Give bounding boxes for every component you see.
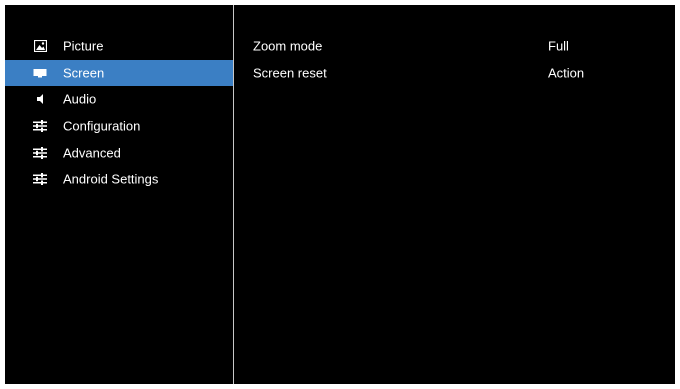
osd-menu-screen: Picture Screen Audio Configuration Advan… (5, 5, 675, 384)
sliders-icon (33, 146, 47, 159)
sliders-icon (33, 120, 47, 133)
menu-item-label: Advanced (63, 145, 121, 161)
menu-item-label: Picture (63, 38, 104, 54)
main-menu: Picture Screen Audio Configuration Advan… (5, 33, 233, 193)
menu-item-advanced[interactable]: Advanced (5, 139, 233, 166)
sliders-icon (33, 173, 47, 186)
menu-item-screen[interactable]: Screen (5, 59, 233, 87)
menu-item-label: Configuration (63, 118, 141, 134)
menu-item-configuration[interactable]: Configuration (5, 113, 233, 140)
setting-row-zoom-mode[interactable]: Zoom mode Full (234, 33, 675, 60)
menu-item-audio[interactable]: Audio (5, 86, 233, 113)
setting-row-screen-reset[interactable]: Screen reset Action (234, 60, 675, 87)
setting-label: Screen reset (253, 65, 327, 81)
menu-item-label: Android Settings (63, 171, 159, 187)
setting-value: Action (548, 65, 585, 81)
menu-item-label: Screen (63, 65, 105, 81)
menu-item-android-settings[interactable]: Android Settings (5, 166, 233, 193)
menu-item-picture[interactable]: Picture (5, 33, 233, 60)
speaker-icon (33, 93, 47, 105)
screen-icon (33, 67, 47, 79)
picture-icon (33, 40, 47, 53)
setting-label: Zoom mode (253, 38, 323, 54)
setting-value: Full (548, 38, 569, 54)
settings-panel: Zoom mode Full Screen reset Action (234, 33, 675, 86)
menu-item-label: Audio (63, 91, 97, 107)
